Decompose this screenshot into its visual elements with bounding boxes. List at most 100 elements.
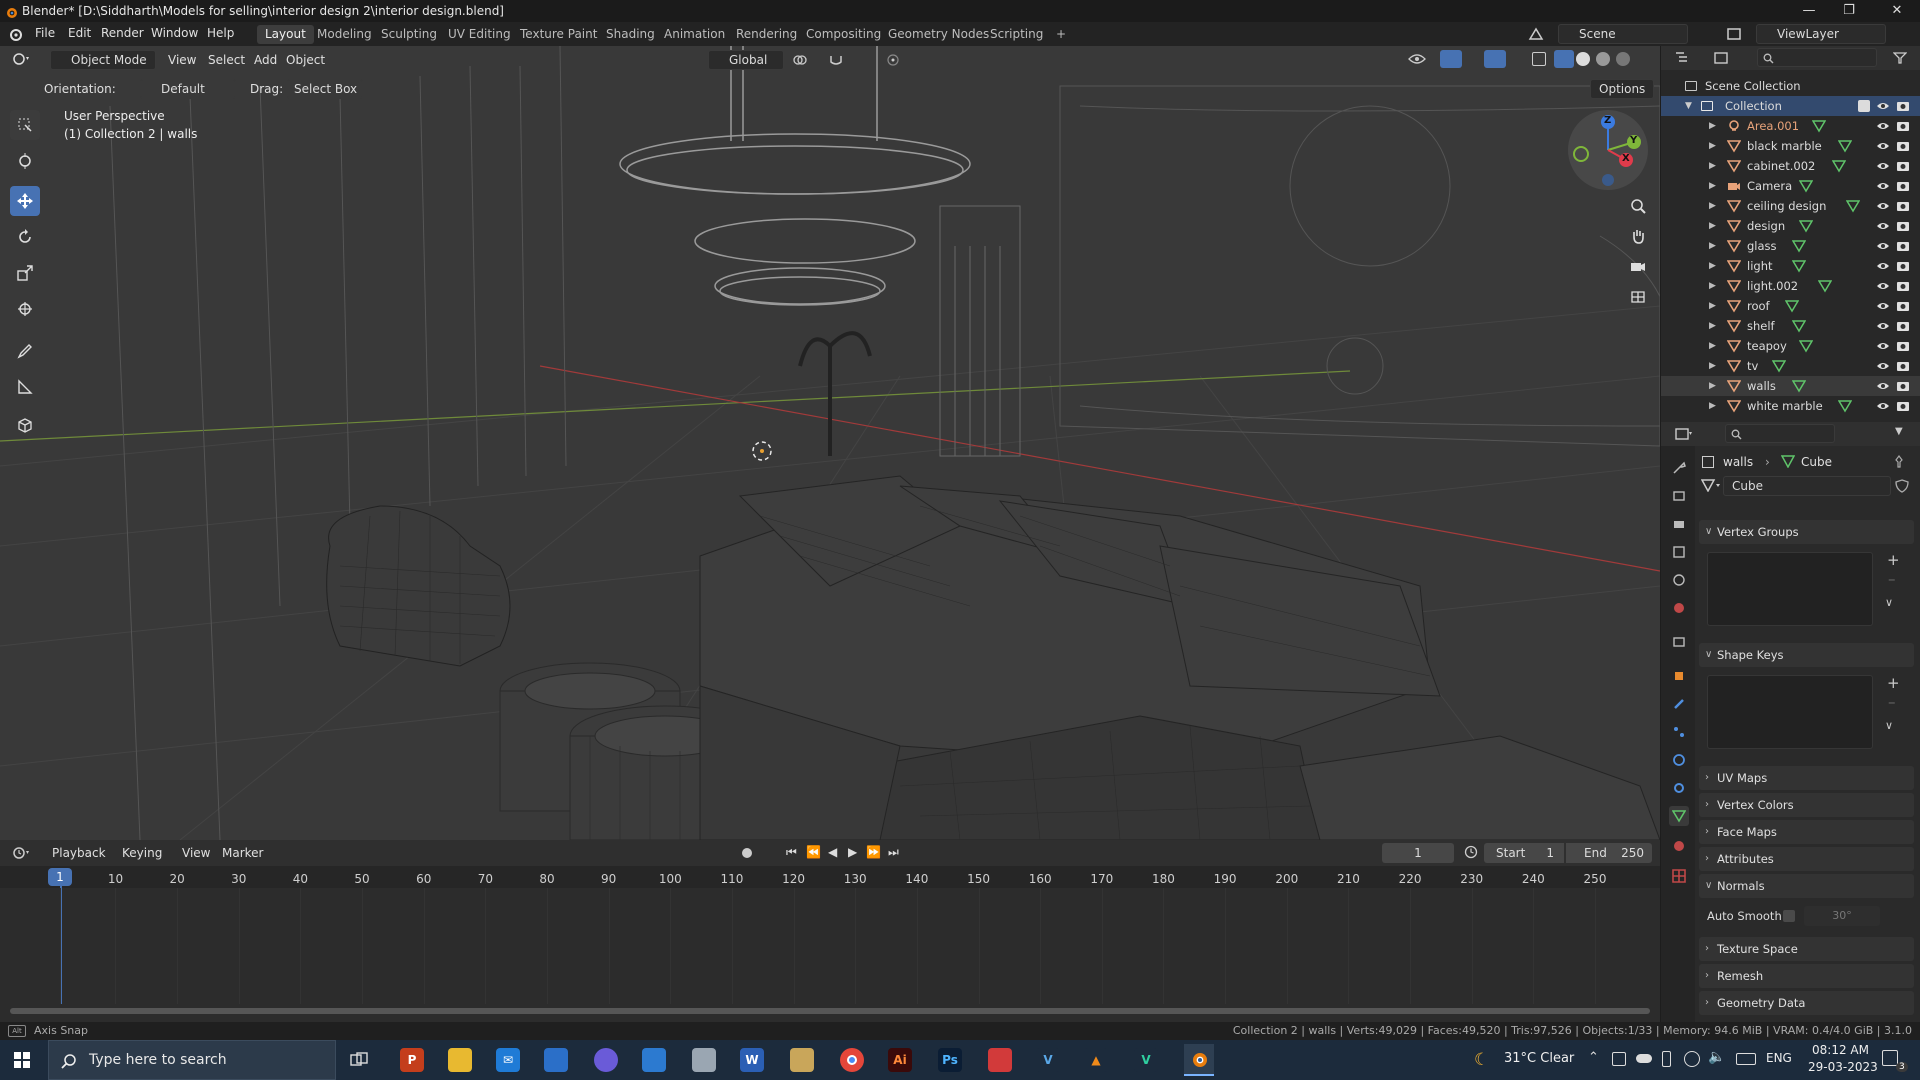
menu-view[interactable]: View: [168, 53, 196, 67]
powerpoint-icon[interactable]: P: [400, 1048, 424, 1072]
outliner-row-object[interactable]: ▶ design: [1661, 216, 1920, 236]
tab-modeling[interactable]: Modeling: [309, 25, 380, 44]
shading-wireframe-icon[interactable]: [1554, 50, 1574, 68]
current-frame-field[interactable]: 1: [1382, 843, 1454, 863]
mesh-datablock-icon[interactable]: [1700, 479, 1721, 495]
3d-viewport[interactable]: Object Mode View Select Add Object Globa…: [0, 46, 1660, 840]
expand-chevron-icon[interactable]: ▶: [1709, 356, 1716, 376]
expand-chevron-icon[interactable]: ▶: [1709, 156, 1716, 176]
viewlayer-selector[interactable]: ViewLayer: [1756, 24, 1886, 44]
taskbar-search-box[interactable]: Type here to search: [48, 1040, 336, 1080]
menu-render[interactable]: Render: [101, 26, 144, 40]
play-reverse-icon[interactable]: ◀: [828, 845, 837, 859]
tab-view-layer[interactable]: [1669, 542, 1689, 562]
scene-selector[interactable]: Scene: [1558, 24, 1688, 44]
notifications-icon[interactable]: [1882, 1050, 1898, 1066]
menu-timeline-view[interactable]: View: [182, 846, 210, 860]
preview-range-clock-icon[interactable]: [1464, 845, 1478, 862]
photoshop-icon[interactable]: Ps: [938, 1048, 962, 1072]
expand-chevron-icon[interactable]: ▶: [1709, 376, 1716, 396]
remove-vertex-group-button[interactable]: –: [1888, 570, 1896, 588]
prev-keyframe-icon[interactable]: ⏪: [806, 845, 821, 859]
breadcrumb-data[interactable]: Cube: [1801, 455, 1832, 469]
overlay-toggle-icon[interactable]: [1484, 50, 1506, 68]
panel-remesh[interactable]: › Remesh: [1699, 964, 1914, 988]
outliner-row-object[interactable]: ▶ light.002: [1661, 276, 1920, 296]
mail-icon[interactable]: ✉: [496, 1048, 520, 1072]
tab-texture[interactable]: [1669, 866, 1689, 886]
close-window-button[interactable]: ✕: [1874, 0, 1920, 22]
vlc-icon[interactable]: ▲: [1084, 1048, 1108, 1072]
mesh-name-field[interactable]: Cube: [1723, 476, 1891, 496]
weather-text[interactable]: 31°C Clear: [1504, 1051, 1574, 1066]
tab-object[interactable]: [1669, 666, 1689, 686]
blender-menu-icon[interactable]: [8, 27, 22, 44]
tab-scripting[interactable]: Scripting: [982, 25, 1051, 44]
clock-date[interactable]: 29-03-2023: [1808, 1060, 1878, 1074]
keyboard-icon[interactable]: [1736, 1053, 1756, 1065]
tab-world[interactable]: [1669, 598, 1689, 618]
app-swoosh-icon[interactable]: [642, 1048, 666, 1072]
add-shape-key-button[interactable]: +: [1887, 674, 1900, 692]
tab-physics[interactable]: [1669, 750, 1689, 770]
play-icon[interactable]: ▶: [848, 845, 857, 859]
panel-texture-space[interactable]: › Texture Space: [1699, 937, 1914, 961]
viewlayer-icon[interactable]: [1726, 27, 1742, 44]
tab-render[interactable]: [1669, 486, 1689, 506]
shading-rendered-icon[interactable]: [1616, 52, 1630, 66]
visibility-icon[interactable]: [1408, 53, 1426, 68]
battery-icon[interactable]: [1662, 1051, 1671, 1067]
tab-sculpting[interactable]: Sculpting: [373, 25, 445, 44]
outliner-search-input[interactable]: [1757, 48, 1877, 67]
tray-chevron-up-icon[interactable]: ⌃: [1588, 1050, 1599, 1065]
outliner-row-object[interactable]: ▶ black marble: [1661, 136, 1920, 156]
expand-chevron-icon[interactable]: ▶: [1709, 336, 1716, 356]
next-keyframe-icon[interactable]: ⏩: [866, 845, 881, 859]
tab-geometry-nodes[interactable]: Geometry Nodes: [880, 25, 997, 44]
expand-chevron-icon[interactable]: ▶: [1709, 256, 1716, 276]
menu-marker[interactable]: Marker: [222, 846, 263, 860]
outliner-row-object[interactable]: ▶ teapoy: [1661, 336, 1920, 356]
pin-icon[interactable]: [1893, 455, 1905, 471]
outliner-row-object[interactable]: ▶ Area.001: [1661, 116, 1920, 136]
shading-solid-icon[interactable]: [1576, 52, 1590, 66]
outliner-row-object[interactable]: ▶ walls: [1661, 376, 1920, 396]
tab-texture-paint[interactable]: Texture Paint: [512, 25, 605, 44]
panel-uv-maps[interactable]: › UV Maps: [1699, 766, 1914, 790]
word-icon[interactable]: W: [740, 1048, 764, 1072]
outliner-editor-icon[interactable]: [1675, 51, 1691, 68]
options-button[interactable]: Options: [1590, 79, 1654, 99]
xray-toggle-icon[interactable]: [1532, 52, 1546, 66]
input-language[interactable]: ENG: [1766, 1051, 1792, 1065]
shape-keys-list[interactable]: [1707, 675, 1873, 749]
chrome-icon[interactable]: [840, 1048, 864, 1072]
start-frame-field[interactable]: Start 1: [1484, 843, 1564, 863]
expand-chevron-icon[interactable]: ▶: [1709, 296, 1716, 316]
store-icon[interactable]: [544, 1048, 568, 1072]
fake-user-shield-icon[interactable]: [1895, 479, 1909, 496]
outliner-row-object[interactable]: ▶ white marble: [1661, 396, 1920, 416]
zoom-icon[interactable]: [1624, 192, 1652, 220]
snap-icon[interactable]: [828, 54, 844, 69]
add-workspace-button[interactable]: +: [1048, 25, 1074, 44]
pivot-icon[interactable]: [792, 54, 808, 69]
properties-search-input[interactable]: [1725, 424, 1835, 443]
gizmo-toggle-icon[interactable]: [1440, 50, 1462, 68]
outliner-row-collection[interactable]: ▼ Collection: [1661, 96, 1920, 116]
tab-collection[interactable]: [1669, 632, 1689, 652]
app-red-blue-icon[interactable]: [988, 1048, 1012, 1072]
tab-rendering[interactable]: Rendering: [728, 25, 805, 44]
playhead-frame-indicator[interactable]: 1: [48, 868, 72, 886]
measure-tool[interactable]: [10, 372, 40, 402]
filter-icon[interactable]: [1892, 51, 1908, 68]
windows-start-icon[interactable]: [14, 1052, 30, 1071]
tab-material[interactable]: [1669, 836, 1689, 856]
menu-keying[interactable]: Keying: [122, 846, 162, 860]
app-v-icon[interactable]: V: [1036, 1048, 1060, 1072]
scale-tool[interactable]: [10, 258, 40, 288]
jump-end-icon[interactable]: ⏭: [888, 845, 899, 860]
expand-chevron-icon[interactable]: ▶: [1709, 236, 1716, 256]
outliner-row-object[interactable]: ▶ shelf: [1661, 316, 1920, 336]
mode-selector[interactable]: Object Mode: [50, 50, 156, 70]
tab-modifiers[interactable]: [1669, 694, 1689, 714]
